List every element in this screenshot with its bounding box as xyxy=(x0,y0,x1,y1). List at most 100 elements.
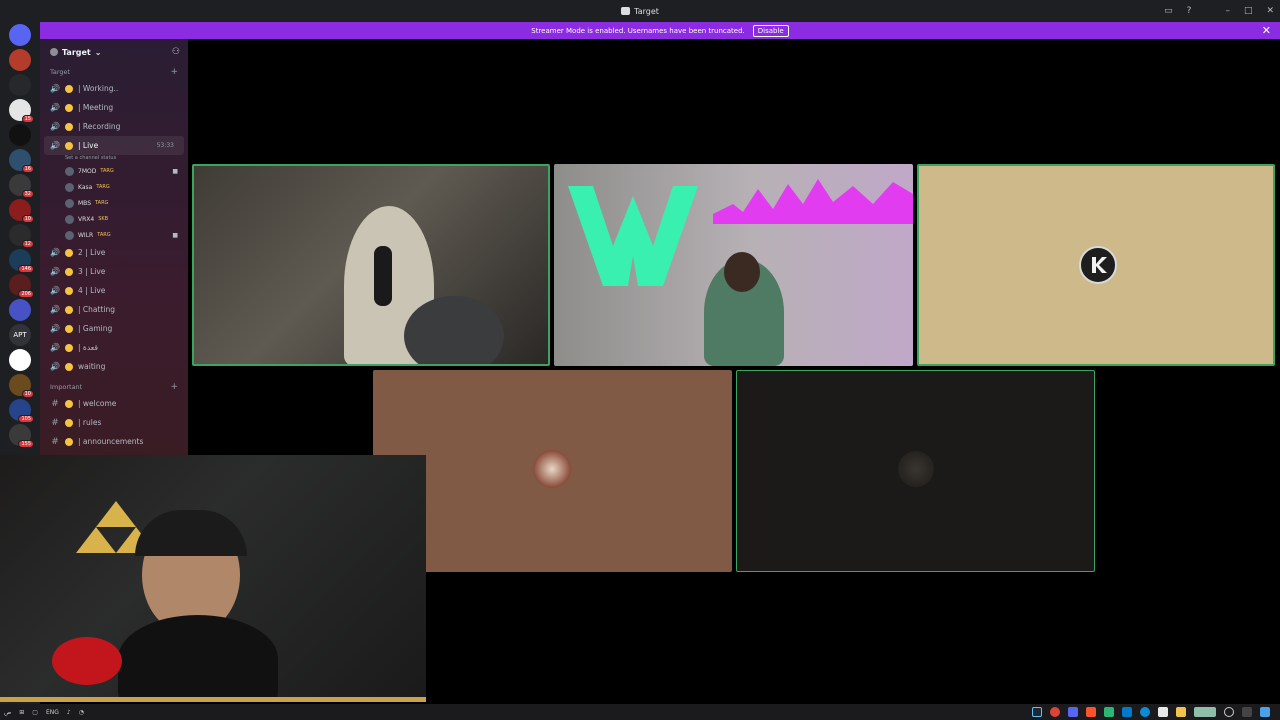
server-icon[interactable]: 12 xyxy=(9,224,34,248)
video-tile-1[interactable] xyxy=(192,164,550,366)
voice-member[interactable]: Kasa TARG xyxy=(40,179,188,195)
member-name: 7MOD xyxy=(78,167,97,175)
search-icon[interactable] xyxy=(1224,707,1234,717)
voice-member[interactable]: WILR TARG ■ xyxy=(40,227,188,243)
call-timer: 53:33 xyxy=(156,142,174,149)
disable-streamer-mode-button[interactable]: Disable xyxy=(752,24,789,37)
mention-badge: 15 xyxy=(21,115,34,123)
server-icon[interactable]: 10 xyxy=(9,374,34,398)
discord-home-button[interactable] xyxy=(9,24,31,46)
member-name: MBS xyxy=(78,199,91,207)
member-tag: TARG xyxy=(95,200,109,206)
member-name: Kasa xyxy=(78,183,93,191)
channel-status-hint[interactable]: Set a channel status xyxy=(40,155,188,163)
voice-channel-b2[interactable]: 🔊 4 | Live xyxy=(40,281,188,300)
voice-channel-b3[interactable]: 🔊 | Chatting xyxy=(40,300,188,319)
windows-start-icon[interactable] xyxy=(1260,707,1270,717)
server-icon[interactable] xyxy=(9,74,31,96)
participant-head xyxy=(724,252,760,292)
channel-name: | announcements xyxy=(78,437,144,446)
add-member-icon[interactable]: ⚇ xyxy=(172,47,180,57)
camera-icon: ■ xyxy=(172,231,178,239)
brave-icon[interactable] xyxy=(1086,707,1096,717)
channel-name: 3 | Live xyxy=(78,267,106,276)
voice-channel-b4[interactable]: 🔊 | Gaming xyxy=(40,319,188,338)
network-icon[interactable]: ◔ xyxy=(79,709,84,716)
server-icon[interactable]: 16 xyxy=(9,149,34,173)
voice-channel-b5[interactable]: 🔊 | قعدة xyxy=(40,338,188,357)
close-window-button[interactable]: ✕ xyxy=(1266,6,1274,16)
channel-emoji-icon xyxy=(65,305,73,314)
steam-icon[interactable] xyxy=(1032,707,1042,717)
minimize-button[interactable]: – xyxy=(1225,6,1230,16)
text-channel-c0[interactable]: # | welcome xyxy=(40,394,188,413)
video-tile-5[interactable] xyxy=(736,370,1095,572)
voice-channel-b1[interactable]: 🔊 3 | Live xyxy=(40,262,188,281)
server-icon[interactable] xyxy=(9,49,31,71)
app-green-icon[interactable] xyxy=(1104,707,1114,717)
voice-channel-live[interactable]: 🔊 | Live 53:33 xyxy=(44,136,184,155)
server-icon[interactable]: 105 xyxy=(9,399,34,423)
guild-header[interactable]: Target ⌄ ⚇ xyxy=(40,39,188,65)
voice-channel-a1[interactable]: 🔊 | Meeting xyxy=(40,98,188,117)
photo-icon[interactable] xyxy=(1194,707,1216,717)
start-icon[interactable]: ⊞ xyxy=(19,709,24,716)
channel-name: | Gaming xyxy=(78,324,113,333)
voice-member[interactable]: VRX4 SKB xyxy=(40,211,188,227)
voice-member[interactable]: 7MOD TARG ■ xyxy=(40,163,188,179)
guild-icon xyxy=(50,48,58,56)
speaker-icon: 🔊 xyxy=(50,324,60,333)
title-bar: Target ▭ ? – □ ✕ xyxy=(0,0,1280,22)
inbox-icon[interactable]: ▭ xyxy=(1164,6,1173,16)
folder-icon[interactable] xyxy=(1176,707,1186,717)
text-channel-c1[interactable]: # | rules xyxy=(40,413,188,432)
k-logo-icon xyxy=(1092,257,1107,273)
pink-neon-wave xyxy=(713,179,913,224)
speaker-icon: 🔊 xyxy=(50,141,60,150)
voice-channel-b0[interactable]: 🔊 2 | Live xyxy=(40,243,188,262)
discord-icon[interactable] xyxy=(1068,707,1078,717)
vscode-icon[interactable] xyxy=(1122,707,1132,717)
add-channel-icon[interactable]: + xyxy=(170,382,178,392)
store-icon[interactable] xyxy=(1158,707,1168,717)
server-icon[interactable] xyxy=(9,124,31,146)
member-tag: TARG xyxy=(100,168,114,174)
notification-icon[interactable]: ▢ xyxy=(32,709,38,716)
channel-emoji-icon xyxy=(65,324,73,333)
language-indicator[interactable]: ENG xyxy=(46,709,59,716)
close-banner-icon[interactable]: ✕ xyxy=(1262,24,1271,37)
video-tile-2[interactable] xyxy=(554,164,913,366)
server-icon[interactable] xyxy=(9,299,31,321)
server-icon[interactable]: 155 xyxy=(9,424,34,448)
server-icon[interactable]: 146 xyxy=(9,249,34,273)
server-icon[interactable]: 206 xyxy=(9,274,34,298)
server-icon[interactable]: 32 xyxy=(9,174,34,198)
server-icon[interactable]: 10 xyxy=(9,199,34,223)
server-icon[interactable]: APT xyxy=(9,324,31,346)
channel-emoji-icon xyxy=(65,141,73,150)
edge-icon[interactable] xyxy=(1140,707,1150,717)
chrome-icon[interactable] xyxy=(1050,707,1060,717)
server-icon[interactable]: 15 xyxy=(9,99,34,123)
server-icon[interactable] xyxy=(9,349,31,371)
video-tile-4[interactable] xyxy=(373,370,732,572)
channel-emoji-icon xyxy=(65,122,73,131)
add-channel-icon[interactable]: + xyxy=(170,67,178,77)
text-channel-c2[interactable]: # | announcements xyxy=(40,432,188,451)
channel-name: | Live xyxy=(78,141,99,150)
widgets-icon[interactable] xyxy=(1242,707,1252,717)
video-tile-3[interactable] xyxy=(917,164,1275,366)
voice-member[interactable]: MBS TARG xyxy=(40,195,188,211)
category-important[interactable]: Important + xyxy=(40,380,188,394)
channel-name: | welcome xyxy=(78,399,117,408)
voice-channel-b6[interactable]: 🔊 waiting xyxy=(40,357,188,376)
category-target[interactable]: Target + xyxy=(40,65,188,79)
help-icon[interactable]: ? xyxy=(1187,6,1192,16)
speaker-icon: 🔊 xyxy=(50,267,60,276)
category-label: Target xyxy=(50,68,71,76)
maximize-button[interactable]: □ xyxy=(1244,6,1253,16)
voice-channel-a2[interactable]: 🔊 | Recording xyxy=(40,117,188,136)
window-title: Target xyxy=(621,7,659,16)
microphone-icon[interactable]: ♪ xyxy=(67,709,71,716)
voice-channel-a0[interactable]: 🔊 | Working.. xyxy=(40,79,188,98)
